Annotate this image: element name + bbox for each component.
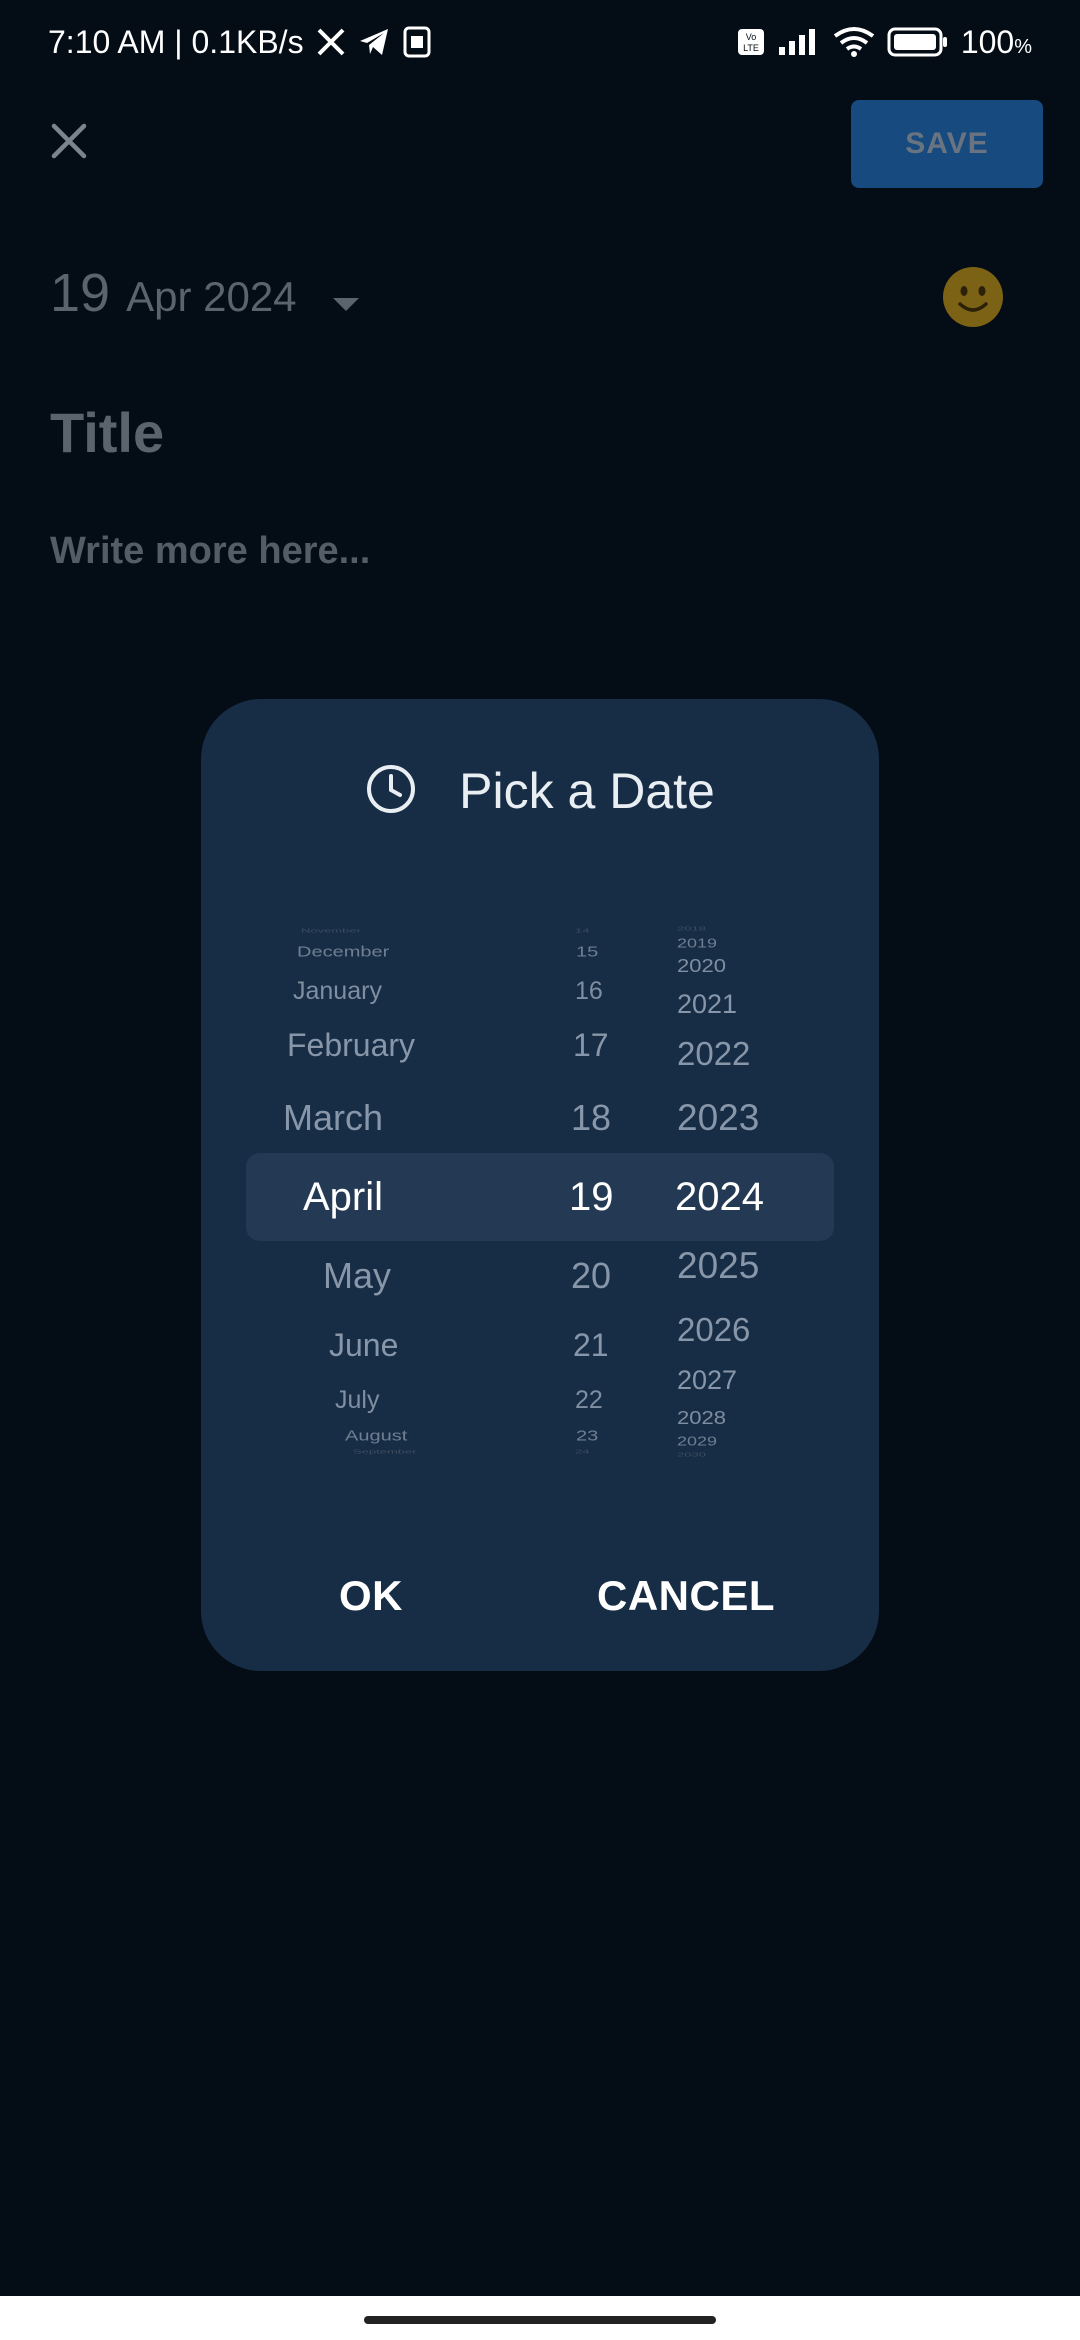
wifi-icon (833, 26, 875, 58)
wheel-year[interactable]: 2018 (677, 926, 706, 932)
wheel-year[interactable]: 2019 (677, 936, 717, 951)
volte-icon: Vo LTE (737, 27, 765, 57)
wheel-month-selected[interactable]: April (303, 1175, 383, 1220)
battery-percent: 100 (960, 23, 1015, 60)
battery-icon (887, 26, 949, 58)
svg-text:Vo: Vo (746, 32, 757, 42)
status-right: Vo LTE 100% (737, 24, 1032, 61)
wheel-month[interactable]: December (297, 944, 389, 961)
wheel-year[interactable]: 2027 (677, 1365, 737, 1396)
status-time-speed: 7:10 AM | 0.1KB/s (48, 23, 304, 60)
wheel-year[interactable]: 2021 (677, 989, 737, 1020)
wheel-day-selected[interactable]: 19 (569, 1175, 614, 1220)
wheel-year[interactable]: 2023 (677, 1097, 759, 1139)
clock-icon (365, 763, 417, 820)
title-input[interactable]: Title (50, 400, 164, 465)
dialog-title: Pick a Date (459, 763, 715, 819)
save-button[interactable]: SAVE (851, 100, 1043, 188)
wheel-year[interactable]: 2026 (677, 1311, 750, 1349)
wheel-day[interactable]: 23 (576, 1428, 598, 1445)
date-selector[interactable]: 19 Apr 2024 (50, 262, 297, 324)
wheel-month[interactable]: May (323, 1255, 391, 1297)
wheel-year[interactable]: 2020 (677, 955, 726, 977)
wheel-month[interactable]: January (293, 977, 382, 1006)
wheel-year[interactable]: 2028 (677, 1407, 726, 1429)
wheel-day[interactable]: 15 (576, 944, 598, 961)
wheel-month[interactable]: August (345, 1428, 407, 1445)
wheel-day[interactable]: 14 (575, 928, 589, 934)
close-button[interactable] (44, 118, 94, 168)
wheel-day[interactable]: 18 (571, 1097, 611, 1139)
wheel-year[interactable]: 2030 (677, 1452, 706, 1458)
wheel-day[interactable]: 22 (575, 1386, 603, 1415)
sim-icon (402, 26, 432, 58)
status-left: 7:10 AM | 0.1KB/s (48, 24, 432, 61)
wheel-day[interactable]: 21 (573, 1327, 609, 1364)
telegram-icon (358, 27, 390, 57)
wheel-month[interactable]: March (283, 1097, 383, 1139)
close-icon (51, 123, 87, 164)
date-month-year: Apr 2024 (126, 273, 297, 320)
system-nav-bar (0, 2296, 1080, 2340)
caret-down-icon[interactable] (333, 298, 359, 317)
dialog-header: Pick a Date (201, 761, 879, 821)
wheel-day[interactable]: 16 (575, 977, 603, 1006)
battery-level: 100% (961, 24, 1032, 61)
wheel-day[interactable]: 17 (573, 1027, 609, 1064)
body-input[interactable]: Write more here... (50, 530, 370, 573)
status-bar: 7:10 AM | 0.1KB/s Vo LTE 100% (0, 0, 1080, 84)
battery-unit: % (1014, 35, 1032, 58)
x-icon (316, 27, 346, 57)
wheel-month[interactable]: July (335, 1386, 379, 1415)
wheel-month[interactable]: September (353, 1449, 417, 1455)
wheel-month[interactable]: February (287, 1027, 415, 1064)
wheel-day[interactable]: 24 (575, 1449, 589, 1455)
date-day: 19 (50, 263, 111, 323)
dialog-actions: OK CANCEL (201, 1561, 879, 1631)
date-wheel-picker[interactable]: November December January February March… (201, 926, 879, 1469)
wheel-year-selected[interactable]: 2024 (675, 1175, 764, 1220)
ok-button[interactable]: OK (311, 1561, 431, 1631)
wheel-year[interactable]: 2025 (677, 1245, 759, 1287)
wheel-month[interactable]: June (329, 1327, 398, 1364)
wheel-year[interactable]: 2029 (677, 1434, 717, 1449)
signal-icon (777, 27, 821, 57)
date-picker-dialog: Pick a Date November December January Fe… (201, 699, 879, 1671)
wheel-month[interactable]: November (301, 928, 361, 934)
cancel-button[interactable]: CANCEL (591, 1561, 781, 1631)
svg-text:LTE: LTE (743, 43, 759, 53)
wheel-day[interactable]: 20 (571, 1255, 611, 1297)
smiley-icon[interactable] (942, 266, 1004, 328)
wheel-year[interactable]: 2022 (677, 1035, 750, 1073)
home-gesture-handle[interactable] (364, 2316, 716, 2324)
